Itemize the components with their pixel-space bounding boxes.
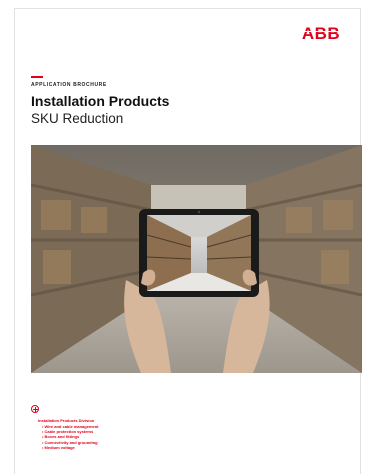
svg-text:ABB: ABB (302, 24, 340, 43)
product-list: Wire and cable management Cable protecti… (42, 424, 99, 450)
accent-bar (31, 76, 43, 78)
plus-circle-icon (31, 405, 39, 413)
eyebrow-label: APPLICATION BROCHURE (31, 82, 107, 88)
warehouse-tablet-photo (31, 145, 362, 373)
list-item: Medium voltage (42, 445, 99, 450)
division-heading: Installation Products Division (38, 418, 95, 423)
abb-logo: ABB (301, 24, 341, 43)
page-title: Installation Products (31, 93, 170, 109)
page-subtitle: SKU Reduction (31, 111, 124, 126)
cover-photo (31, 145, 362, 373)
